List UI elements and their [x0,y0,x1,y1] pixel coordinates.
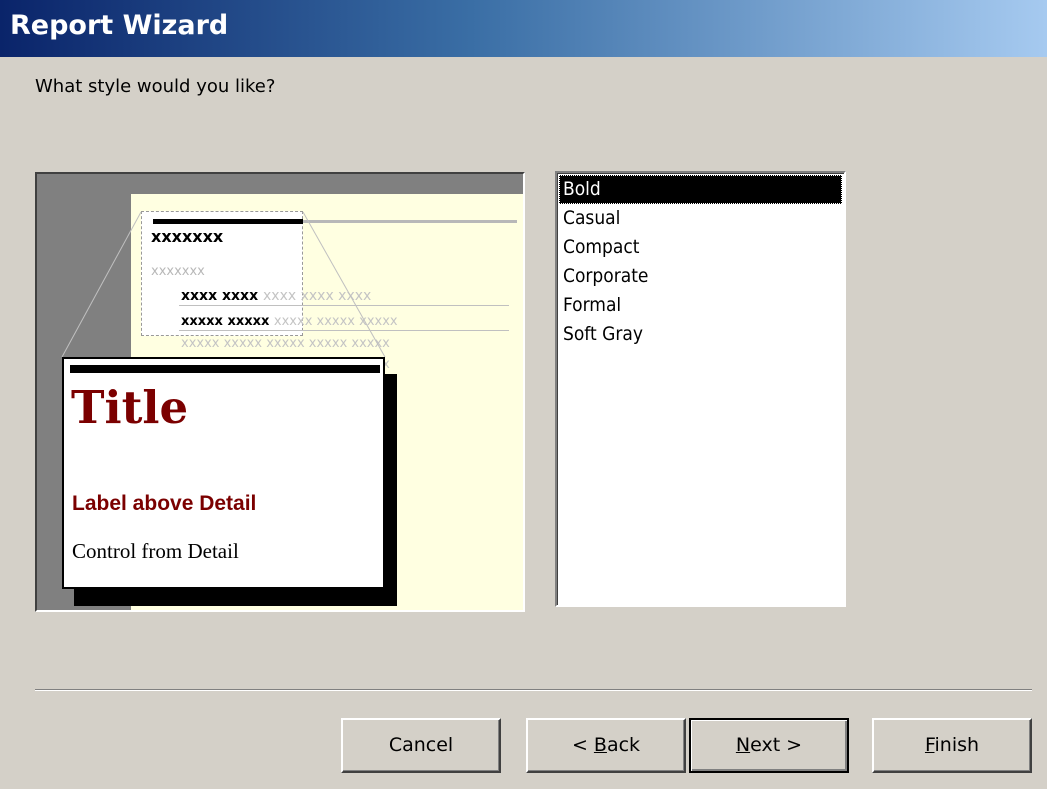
style-option-casual[interactable]: Casual [559,204,842,233]
style-list: Bold Casual Compact Corporate Formal Sof… [557,173,844,351]
callout-title: Title [71,381,189,434]
next-button-rest: ext > [750,734,803,756]
back-button-prefix: < [571,734,594,756]
back-button-mnemonic: B [593,734,607,756]
back-button[interactable]: < Back [526,718,686,773]
finish-button[interactable]: Finish [872,718,1032,773]
callout-header-rule [70,365,380,373]
title-bar: Report Wizard [0,0,1047,58]
window-title: Report Wizard [10,10,229,41]
style-option-compact[interactable]: Compact [559,233,842,262]
finish-button-rest: inish [934,734,980,756]
next-button[interactable]: Next > [689,718,849,773]
callout-label: Label above Detail [72,492,257,515]
style-preview: xxxxxxx xxxxxxx xxxx xxxx xxxx xxxx xxxx… [35,172,525,612]
callout-control: Control from Detail [72,539,239,563]
style-option-bold[interactable]: Bold [559,175,842,204]
cancel-button[interactable]: Cancel [341,718,501,773]
style-option-formal[interactable]: Formal [559,291,842,320]
finish-button-mnemonic: F [924,734,935,756]
style-callout: Title Label above Detail Control from De… [62,357,385,589]
next-button-mnemonic: N [735,734,751,756]
back-button-rest: ack [606,734,641,756]
style-prompt: What style would you like? [35,76,276,97]
style-option-soft-gray[interactable]: Soft Gray [559,320,842,349]
button-separator [35,689,1032,691]
style-option-corporate[interactable]: Corporate [559,262,842,291]
style-listbox[interactable]: Bold Casual Compact Corporate Formal Sof… [555,171,846,607]
